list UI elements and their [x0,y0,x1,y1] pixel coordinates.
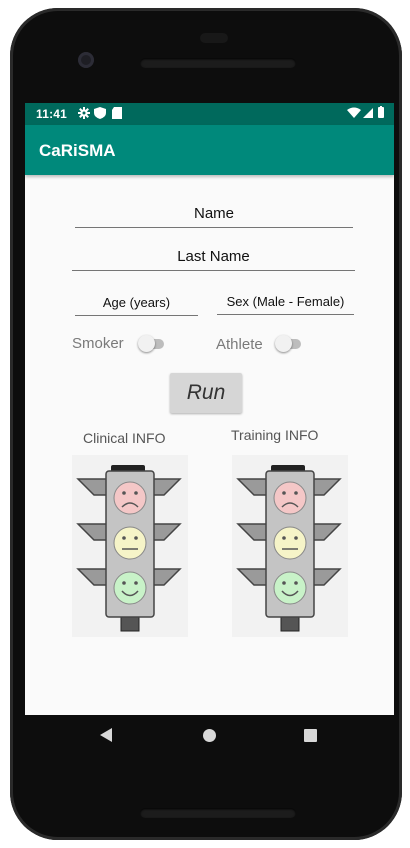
notification-icons [78,107,122,119]
age-field[interactable]: Age (years) [75,295,198,316]
status-bar: 11:41 [25,103,394,125]
app-bar: CaRiSMA [25,125,394,175]
app-title: CaRiSMA [39,141,116,160]
system-icons [347,106,384,118]
name-field-hint: Name [193,205,234,222]
happy-face-icon [273,571,307,605]
signal-icon [363,108,373,118]
athlete-label: Athlete [216,336,263,353]
navigation-bar [25,715,394,757]
status-time: 11:41 [36,107,68,121]
home-icon[interactable] [203,729,216,742]
recents-icon[interactable] [304,729,317,742]
earpiece-speaker [140,58,296,68]
smoker-switch-thumb [138,335,155,352]
name-field[interactable]: Name [75,205,353,228]
gear-icon [78,107,90,119]
sd-card-icon [112,107,122,119]
clinical-info-title: Clinical INFO [83,430,166,446]
app-screen: 11:41 CaRiSMA Name Last Name Age (years)… [25,103,394,715]
sad-face-icon [273,481,307,515]
sex-field[interactable]: Sex (Male - Female) [217,294,354,315]
last-name-field[interactable]: Last Name [72,248,355,271]
neutral-face-icon [273,526,307,560]
front-camera [78,52,94,68]
bottom-speaker [140,808,296,818]
smoker-label: Smoker [72,335,124,352]
back-icon[interactable] [100,728,112,742]
clinical-traffic-light [72,455,188,637]
neutral-face-icon [113,526,147,560]
sex-field-hint: Sex (Male - Female) [226,294,345,309]
athlete-switch-thumb [275,335,292,352]
proximity-sensor [200,33,228,43]
happy-face-icon [113,571,147,605]
last-name-field-hint: Last Name [177,248,250,265]
shield-icon [94,107,106,119]
training-info-title: Training INFO [231,427,319,443]
age-field-hint: Age (years) [102,295,171,310]
battery-icon [378,107,384,118]
athlete-switch[interactable] [275,335,303,352]
wifi-icon [347,107,361,118]
sad-face-icon [113,481,147,515]
smoker-switch[interactable] [138,335,166,352]
training-traffic-light [232,455,348,637]
run-button[interactable]: Run [170,373,242,413]
